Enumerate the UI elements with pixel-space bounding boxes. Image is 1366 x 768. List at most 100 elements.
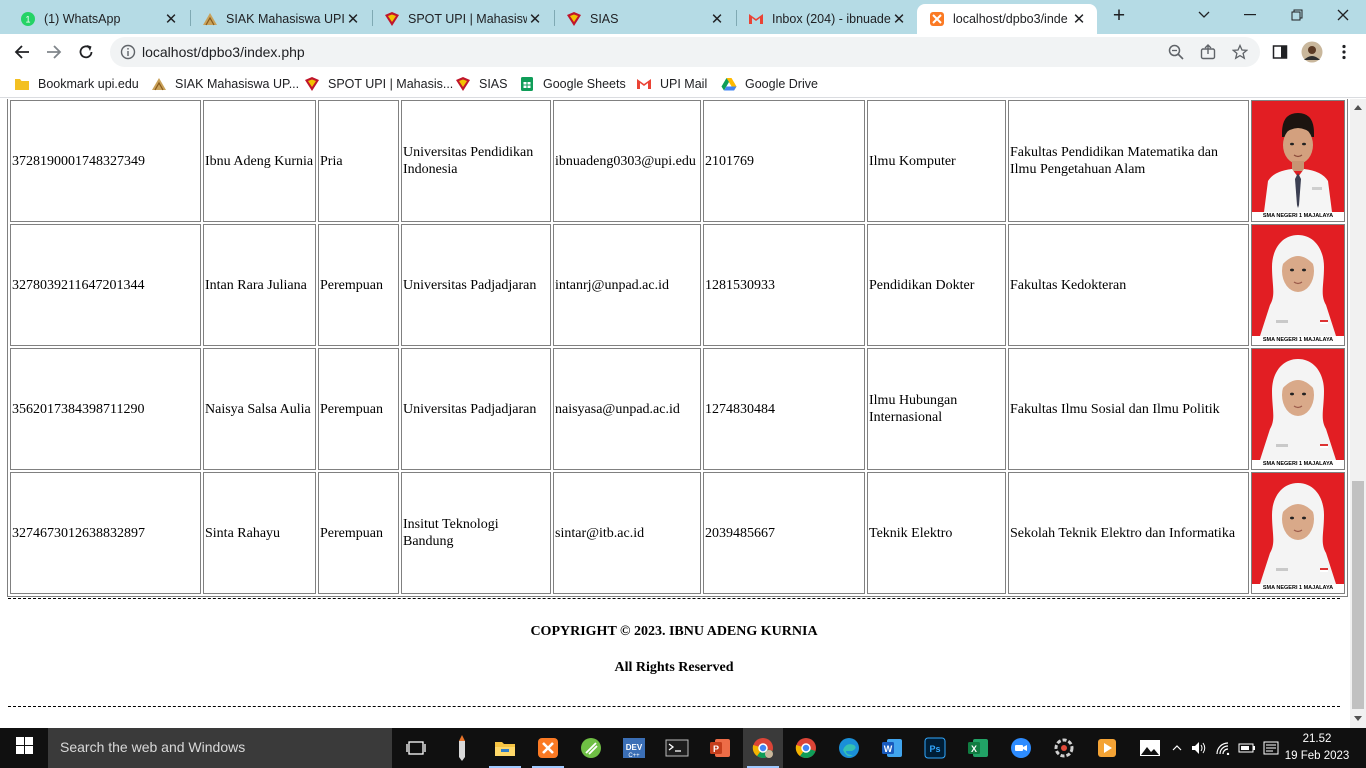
rights-text: All Rights Reserved	[614, 660, 734, 675]
tab-sias[interactable]: SIAS ✕	[554, 4, 735, 34]
bookmark-star-icon[interactable]	[1231, 43, 1249, 65]
bookmark-spot-upi[interactable]: SPOT UPI | Mahasis...	[304, 75, 453, 93]
menu-kebab-icon[interactable]	[1332, 40, 1356, 64]
wifi-icon[interactable]	[1214, 740, 1232, 756]
url-text[interactable]: localhost/dpbo3/index.php	[142, 44, 305, 60]
bookmark-google-drive[interactable]: Google Drive	[721, 75, 818, 93]
email-cell: naisyasa@unpad.ac.id	[553, 348, 701, 470]
scrollbar-thumb[interactable]	[1352, 481, 1364, 709]
clock-date: 19 Feb 2023	[1284, 750, 1350, 762]
table-row: 3728190001748327349 Ibnu Adeng Kurnia Pria…	[10, 100, 1345, 222]
xampp-icon[interactable]	[528, 728, 568, 768]
windows-logo-icon	[15, 737, 33, 759]
tab-spot-upi[interactable]: SPOT UPI | Mahasiswa ✕	[372, 4, 553, 34]
settings-app-icon[interactable]	[1044, 728, 1084, 768]
university-cell: Universitas Pendidikan Indonesia	[401, 100, 551, 222]
scroll-up-icon[interactable]	[1354, 105, 1362, 110]
upi-icon	[304, 76, 320, 92]
show-hidden-icons-icon[interactable]	[1168, 740, 1186, 756]
close-tab-icon[interactable]: ✕	[527, 10, 543, 28]
photoshop-icon[interactable]: Ps	[915, 728, 955, 768]
excel-icon[interactable]: X	[958, 728, 998, 768]
xampp-icon	[929, 11, 945, 27]
zoom-icon[interactable]	[1001, 728, 1041, 768]
zoom-icon[interactable]	[1168, 44, 1184, 65]
close-tab-icon[interactable]: ✕	[709, 10, 725, 28]
side-panel-icon[interactable]	[1268, 40, 1292, 64]
upi-icon	[455, 76, 471, 92]
footer-bottom-divider	[8, 706, 1340, 707]
vertical-scrollbar[interactable]	[1350, 99, 1366, 728]
close-tab-icon[interactable]: ✕	[345, 10, 361, 28]
bookmark-sias[interactable]: SIAS	[455, 75, 508, 93]
keyboard-input-icon[interactable]	[1262, 740, 1280, 756]
powerpoint-icon[interactable]: P	[700, 728, 740, 768]
bookmark-label: SIAS	[479, 77, 508, 91]
new-tab-button[interactable]: +	[1108, 5, 1130, 28]
search-placeholder: Search the web and Windows	[60, 739, 246, 755]
pencil-app-icon[interactable]	[442, 728, 482, 768]
bookmark-google-sheets[interactable]: Google Sheets	[519, 75, 626, 93]
chrome-icon[interactable]	[786, 728, 826, 768]
reload-icon[interactable]	[74, 40, 98, 64]
volume-icon[interactable]	[1190, 740, 1208, 756]
dev-cpp-icon[interactable]: DEV C++	[614, 728, 654, 768]
media-player-icon[interactable]	[1087, 728, 1127, 768]
svg-text:1: 1	[25, 15, 30, 25]
gender-cell: Perempuan	[318, 472, 399, 594]
svg-text:Ps: Ps	[929, 744, 940, 754]
site-info-icon[interactable]	[120, 44, 136, 65]
tab-siak[interactable]: SIAK Mahasiswa UPI Te ✕	[190, 4, 371, 34]
svg-text:C++: C++	[628, 753, 640, 759]
scroll-down-icon[interactable]	[1354, 716, 1362, 721]
file-explorer-icon[interactable]	[485, 728, 525, 768]
start-button[interactable]	[0, 728, 48, 768]
back-arrow-icon[interactable]	[10, 40, 34, 64]
tab-search-icon[interactable]	[1192, 4, 1216, 26]
student-table: 3728190001748327349 Ibnu Adeng Kurnia Pria…	[7, 99, 1348, 597]
bookmark-folder-upi[interactable]: Bookmark upi.edu	[14, 75, 139, 93]
profile-avatar[interactable]	[1300, 40, 1324, 64]
close-window-icon[interactable]	[1331, 4, 1355, 26]
battery-icon[interactable]	[1238, 740, 1256, 756]
close-tab-icon[interactable]: ✕	[1071, 10, 1087, 28]
faculty-cell: Fakultas Pendidikan Matematika dan Ilmu …	[1008, 100, 1249, 222]
forward-arrow-icon[interactable]	[42, 40, 66, 64]
photo-caption: SMA NEGERI 1 MAJALAYA	[1252, 212, 1344, 221]
major-cell: Ilmu Komputer	[867, 100, 1006, 222]
photo-cell: SMA NEGERI 1 MAJALAYA	[1251, 224, 1345, 346]
taskbar-search-box[interactable]: Search the web and Windows	[48, 728, 392, 768]
minimize-icon[interactable]	[1238, 4, 1262, 26]
tab-whatsapp[interactable]: 1 (1) WhatsApp ✕	[8, 4, 189, 34]
edge-icon[interactable]	[829, 728, 869, 768]
tab-localhost[interactable]: localhost/dpbo3/inde ✕	[917, 4, 1097, 34]
share-icon[interactable]	[1200, 44, 1216, 65]
bookmarks-bar: Bookmark upi.edu SIAK Mahasiswa UP... SP…	[0, 70, 1366, 98]
bookmark-siak[interactable]: SIAK Mahasiswa UP...	[151, 75, 299, 93]
photo-caption: SMA NEGERI 1 MAJALAYA	[1252, 584, 1344, 593]
address-bar[interactable]: localhost/dpbo3/index.php	[110, 37, 1260, 67]
copyright-text: COPYRIGHT © 2023. IBNU ADENG KURNIA	[530, 624, 818, 639]
student-photo: SMA NEGERI 1 MAJALAYA	[1252, 349, 1344, 469]
faculty-cell: Fakultas Ilmu Sosial dan Ilmu Politik	[1008, 348, 1249, 470]
restore-icon[interactable]	[1285, 4, 1309, 26]
app-icon[interactable]	[571, 728, 611, 768]
svg-text:P: P	[713, 744, 719, 754]
close-tab-icon[interactable]: ✕	[891, 10, 907, 28]
university-cell: Universitas Padjadjaran	[401, 224, 551, 346]
bookmark-label: Bookmark upi.edu	[38, 77, 139, 91]
chrome-profile-icon[interactable]	[743, 728, 783, 768]
nim-cell: 2039485667	[703, 472, 865, 594]
word-icon[interactable]: W	[872, 728, 912, 768]
bookmark-label: Google Sheets	[543, 77, 626, 91]
table-row: 3274673012638832897 Sinta Rahayu Perempuan…	[10, 472, 1345, 594]
photo-caption: SMA NEGERI 1 MAJALAYA	[1252, 336, 1344, 345]
taskbar-clock[interactable]: 21.52 19 Feb 2023	[1282, 731, 1352, 765]
bookmark-upi-mail[interactable]: UPI Mail	[636, 75, 707, 93]
terminal-icon[interactable]	[657, 728, 697, 768]
tab-inbox[interactable]: Inbox (204) - ibnuader ✕	[736, 4, 917, 34]
close-tab-icon[interactable]: ✕	[163, 10, 179, 28]
photos-icon[interactable]	[1130, 728, 1170, 768]
task-view-icon[interactable]	[396, 728, 436, 768]
upi-icon	[566, 11, 582, 27]
